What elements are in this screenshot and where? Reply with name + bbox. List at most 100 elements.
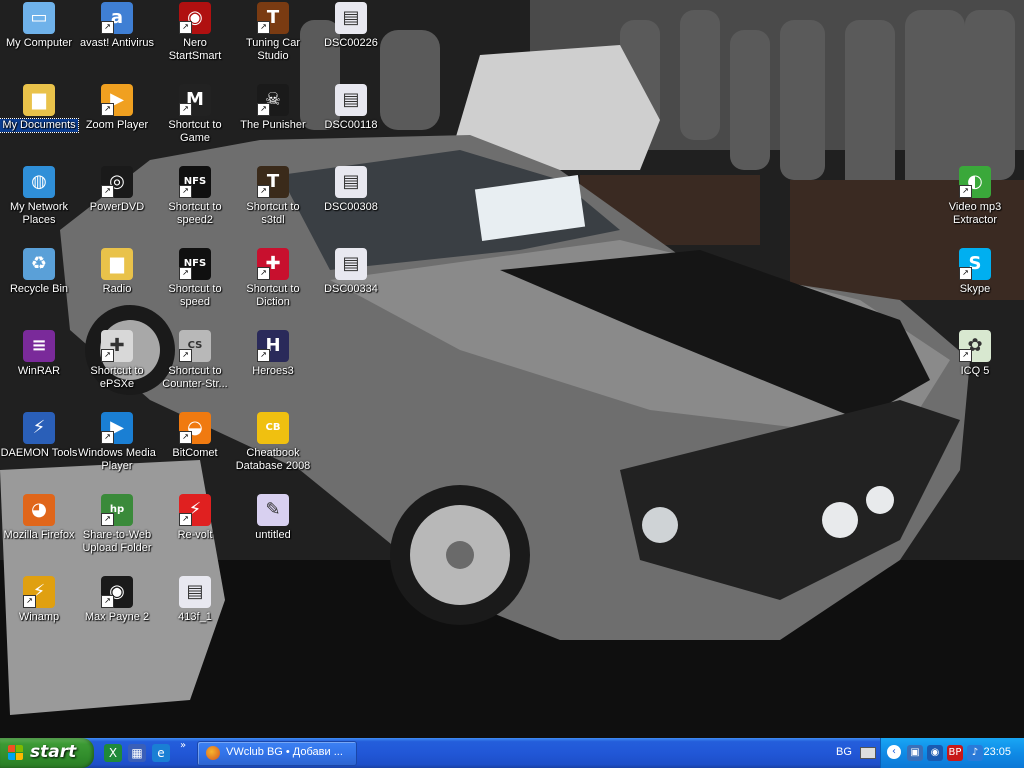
desktop-icon-label: Video mp3 Extractor <box>948 201 1002 226</box>
desktop-icon-413f-1-file[interactable]: ▤ 413f_1 <box>156 576 234 624</box>
quick-launch-more-button[interactable]: » <box>180 740 186 751</box>
nero-startsmart-icon: ◉ ↗ <box>179 2 211 34</box>
shortcut-arrow-icon: ↗ <box>179 267 192 280</box>
desktop-icon-max-payne-2[interactable]: ◉ ↗ Max Payne 2 <box>78 576 156 624</box>
desktop-icon-label: DSC00118 <box>324 119 378 131</box>
shortcut-arrow-icon: ↗ <box>179 103 192 116</box>
desktop-icon-powerdvd[interactable]: ◎ ↗ PowerDVD <box>78 166 156 214</box>
desktop-icon-diction[interactable]: ✚ ↗ Shortcut to Diction <box>234 248 312 309</box>
desktop-icon-label: Skype <box>959 283 991 295</box>
413f-1-file-icon: ▤ <box>179 576 211 608</box>
desktop-icon-label: Heroes3 <box>252 365 294 377</box>
shortcut-arrow-icon: ↗ <box>179 431 192 444</box>
desktop-icon-s3tdl[interactable]: T ↗ Shortcut to s3tdl <box>234 166 312 227</box>
icon-glyph: ▆ <box>32 89 46 110</box>
desktop-icon-cheatbook[interactable]: CB Cheatbook Database 2008 <box>234 412 312 473</box>
shortcut-arrow-icon: ↗ <box>257 21 270 34</box>
desktop-icon-label: Tuning Car Studio <box>245 37 300 62</box>
shield-tray-icon[interactable]: ◉ <box>927 745 943 761</box>
desktop-icon-icq[interactable]: ✿ ↗ ICQ 5 <box>936 330 1014 378</box>
cheatbook-icon: CB <box>257 412 289 444</box>
start-button[interactable]: start <box>0 738 94 768</box>
desktop-icon-label: My Documents <box>0 118 79 133</box>
desktop-icon-windows-media-player[interactable]: ▶ ↗ Windows Media Player <box>78 412 156 473</box>
icon-glyph: ▤ <box>342 171 360 192</box>
desktop-icon-bitcomet[interactable]: ◒ ↗ BitComet <box>156 412 234 460</box>
desktop-icon-radio-folder[interactable]: ▆ Radio <box>78 248 156 296</box>
desktop-icon-nero-startsmart[interactable]: ◉ ↗ Nero StartSmart <box>156 2 234 63</box>
desktop-icon-my-computer[interactable]: ▭ My Computer <box>0 2 78 50</box>
taskbar-window-button-firefox[interactable]: VWclub BG • Добави ... <box>197 741 357 766</box>
desktop-icon-label: My Network Places <box>9 201 69 226</box>
internet-explorer-icon[interactable]: e <box>152 744 170 762</box>
taskbar: start X ▦ e » VWclub BG • Добави ... BG ‹ … <box>0 738 1024 768</box>
shortcut-arrow-icon: ↗ <box>179 349 192 362</box>
desktop-icon-epsxe[interactable]: ✚ ↗ Shortcut to ePSXe <box>78 330 156 391</box>
media-quicklaunch-icon[interactable]: ▦ <box>128 744 146 762</box>
desktop-icon-mafia-game[interactable]: M ↗ Shortcut to Game <box>156 84 234 145</box>
language-indicator[interactable]: BG <box>836 746 852 758</box>
shortcut-arrow-icon: ↗ <box>101 185 114 198</box>
shortcut-arrow-icon: ↗ <box>257 267 270 280</box>
desktop-icon-untitled-paint[interactable]: ✎ untitled <box>234 494 312 542</box>
mozilla-firefox-icon: ◕ <box>23 494 55 526</box>
desktop-icon-my-network-places[interactable]: ◍ My Network Places <box>0 166 78 227</box>
s3tdl-icon: T ↗ <box>257 166 289 198</box>
keyboard-icon[interactable] <box>860 747 876 759</box>
desktop-icon-tuning-car-studio[interactable]: T ↗ Tuning Car Studio <box>234 2 312 63</box>
bp-tray-icon[interactable]: BP <box>947 745 963 761</box>
desktop-icon-label: Re-volt <box>177 529 213 541</box>
desktop-icon-zoom-player[interactable]: ▶ ↗ Zoom Player <box>78 84 156 132</box>
desktop-icon-nfs-speed2[interactable]: NFS ↗ Shortcut to speed2 <box>156 166 234 227</box>
desktop-icon-my-documents[interactable]: ▆ My Documents <box>0 84 79 133</box>
desktop-icon-counter-strike[interactable]: CS ↗ Shortcut to Counter-Str... <box>156 330 234 391</box>
desktop-icon-dsc00226-file[interactable]: ▤ DSC00226 <box>312 2 390 50</box>
my-network-places-icon: ◍ <box>23 166 55 198</box>
clock[interactable]: 23:05 <box>983 746 1011 758</box>
desktop-icon-avast-antivirus[interactable]: a ↗ avast! Antivirus <box>78 2 156 50</box>
shortcut-arrow-icon: ↗ <box>959 267 972 280</box>
icon-glyph: ⚡ <box>32 417 46 438</box>
desktop-icon-the-punisher[interactable]: ☠ ↗ The Punisher <box>234 84 312 132</box>
desktop-icon-label: WinRAR <box>17 365 61 377</box>
desktop-icon-nfs-speed[interactable]: NFS ↗ Shortcut to speed <box>156 248 234 309</box>
shortcut-arrow-icon: ↗ <box>257 103 270 116</box>
shortcut-arrow-icon: ↗ <box>23 595 36 608</box>
desktop-icon-dsc00334-file[interactable]: ▤ DSC00334 <box>312 248 390 296</box>
shortcut-arrow-icon: ↗ <box>101 21 114 34</box>
desktop-icon-winamp[interactable]: ⚡ ↗ Winamp <box>0 576 78 624</box>
desktop-icon-recycle-bin[interactable]: ♻ Recycle Bin <box>0 248 78 296</box>
icon-glyph: ▤ <box>342 7 360 28</box>
icon-glyph: ▤ <box>186 581 204 602</box>
icq-icon: ✿ ↗ <box>959 330 991 362</box>
desktop-icon-re-volt[interactable]: ⚡ ↗ Re-volt <box>156 494 234 542</box>
desktop-icon-label: Shortcut to Diction <box>246 283 300 308</box>
desktop-icon-mozilla-firefox[interactable]: ◕ Mozilla Firefox <box>0 494 78 542</box>
shortcut-arrow-icon: ↗ <box>101 349 114 362</box>
desktop-icon-label: Shortcut to s3tdl <box>246 201 300 226</box>
desktop-icon-label: DSC00226 <box>324 37 378 49</box>
network-tray-icon[interactable]: ▣ <box>907 745 923 761</box>
desktop-icon-heroes3[interactable]: H ↗ Heroes3 <box>234 330 312 378</box>
volume-tray-icon[interactable]: ♪ <box>967 745 983 761</box>
desktop-icon-label: Recycle Bin <box>9 283 69 295</box>
icon-glyph: ✎ <box>265 499 281 520</box>
desktop-icon-daemon-tools[interactable]: ⚡ DAEMON Tools <box>0 412 78 460</box>
desktop-icon-winrar[interactable]: ≡ WinRAR <box>0 330 78 378</box>
show-hidden-icons-button[interactable]: ‹ <box>887 745 901 759</box>
desktop-icon-label: Nero StartSmart <box>168 37 222 62</box>
desktop-icon-label: PowerDVD <box>89 201 145 213</box>
desktop-icon-label: Radio <box>102 283 132 295</box>
show-desktop-icon[interactable]: X <box>104 744 122 762</box>
desktop-icon-video-mp3-extractor[interactable]: ◐ ↗ Video mp3 Extractor <box>936 166 1014 227</box>
desktop-icon-label: Mozilla Firefox <box>3 529 75 541</box>
shortcut-arrow-icon: ↗ <box>101 513 114 526</box>
my-computer-icon: ▭ <box>23 2 55 34</box>
desktop-icon-dsc00118-file[interactable]: ▤ DSC00118 <box>312 84 390 132</box>
desktop-icon-label: Winamp <box>18 611 60 623</box>
desktop-icon-skype[interactable]: S ↗ Skype <box>936 248 1014 296</box>
desktop-icon-share-to-web[interactable]: hp ↗ Share-to-Web Upload Folder <box>78 494 156 555</box>
windows-media-player-icon: ▶ ↗ <box>101 412 133 444</box>
icon-glyph: ▤ <box>342 253 360 274</box>
desktop-icon-dsc00308-file[interactable]: ▤ DSC00308 <box>312 166 390 214</box>
